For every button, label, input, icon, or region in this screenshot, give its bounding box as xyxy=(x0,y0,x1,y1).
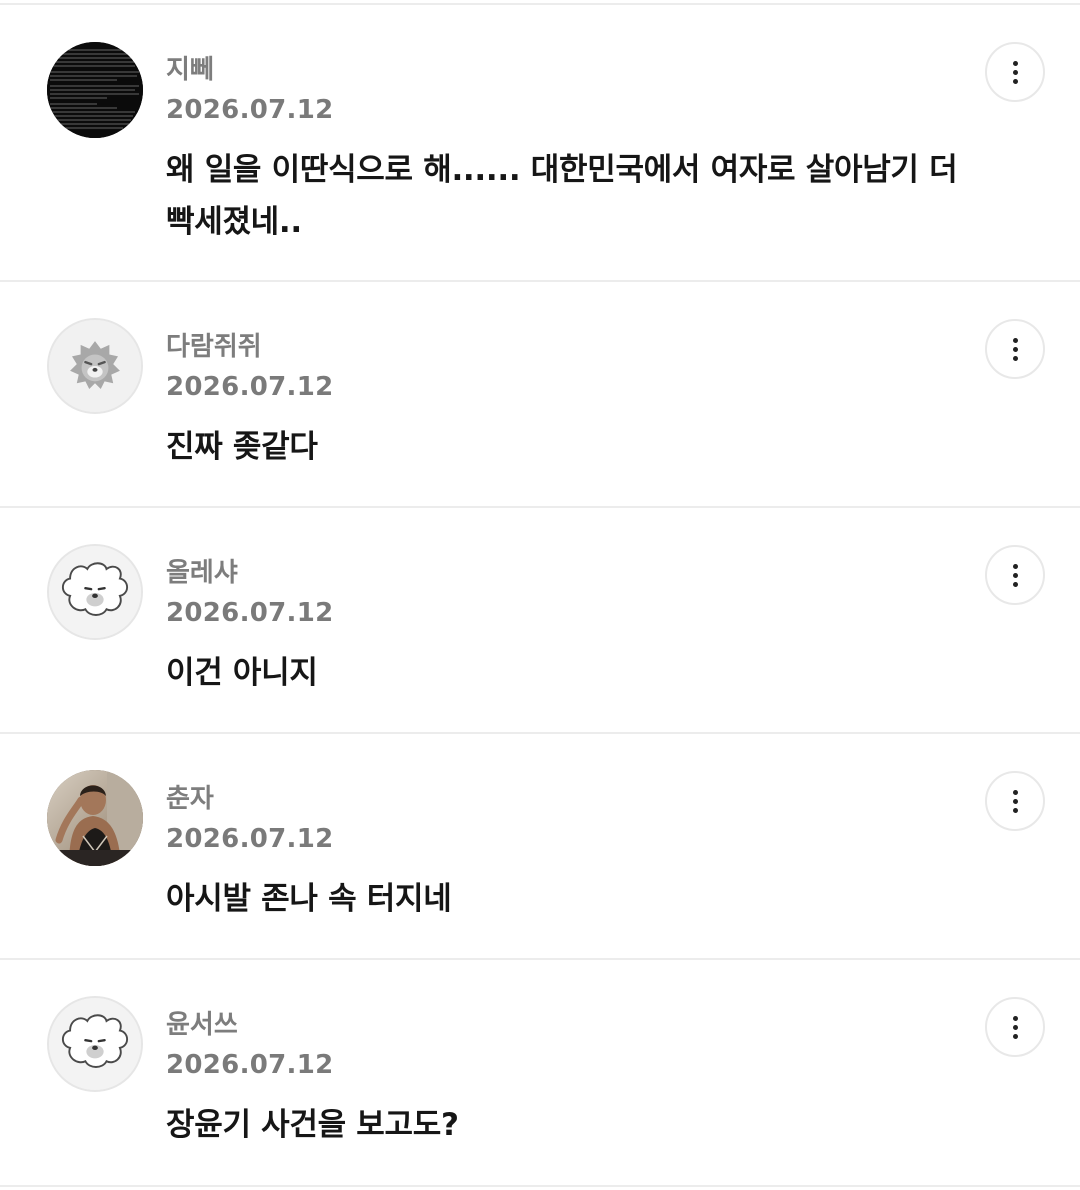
avatar[interactable] xyxy=(47,770,143,866)
comment-item: 지뻬 2026.07.12 왜 일을 이딴식으로 해...... 대한민국에서 … xyxy=(0,5,1080,282)
comment-item: 다람쥐쥐 2026.07.12 진짜 좆같다 xyxy=(0,282,1080,508)
more-options-button[interactable] xyxy=(985,997,1045,1057)
comment-text: 장윤기 사건을 보고도? xyxy=(166,1107,459,1143)
lion-character-icon xyxy=(49,320,141,412)
dark-text-screenshot-photo xyxy=(47,42,143,138)
author-name[interactable]: 윤서쓰 xyxy=(166,1010,238,1040)
comment-item: 춘자 2026.07.12 아시발 존나 속 터지네 xyxy=(0,734,1080,960)
poodle-character-icon xyxy=(49,546,141,638)
comment-date: 2026.07.12 xyxy=(166,1050,334,1080)
comment-text: 진짜 좆같다 xyxy=(166,429,318,465)
author-name[interactable]: 올레샤 xyxy=(166,558,238,588)
author-name[interactable]: 지뻬 xyxy=(166,55,214,85)
comment-date: 2026.07.12 xyxy=(166,372,334,402)
avatar[interactable] xyxy=(47,318,143,414)
more-options-button[interactable] xyxy=(985,42,1045,102)
avatar[interactable] xyxy=(47,544,143,640)
comment-text: 이건 아니지 xyxy=(166,655,318,691)
more-options-button[interactable] xyxy=(985,771,1045,831)
comment-text: 왜 일을 이딴식으로 해...... 대한민국에서 여자로 살아남기 더 빡세졌… xyxy=(166,152,958,240)
poodle-character-icon xyxy=(49,998,141,1090)
author-name[interactable]: 춘자 xyxy=(166,784,214,814)
user-photo xyxy=(47,770,143,866)
author-name[interactable]: 다람쥐쥐 xyxy=(166,332,262,362)
avatar[interactable] xyxy=(47,996,143,1092)
comment-date: 2026.07.12 xyxy=(166,598,334,628)
comment-item: 윤서쓰 2026.07.12 장윤기 사건을 보고도? xyxy=(0,960,1080,1187)
comment-date: 2026.07.12 xyxy=(166,824,334,854)
comment-item: 올레샤 2026.07.12 이건 아니지 xyxy=(0,508,1080,734)
comment-date: 2026.07.12 xyxy=(166,95,334,125)
avatar[interactable] xyxy=(47,42,143,138)
more-options-button[interactable] xyxy=(985,319,1045,379)
comment-text: 아시발 존나 속 터지네 xyxy=(166,881,452,917)
more-options-button[interactable] xyxy=(985,545,1045,605)
